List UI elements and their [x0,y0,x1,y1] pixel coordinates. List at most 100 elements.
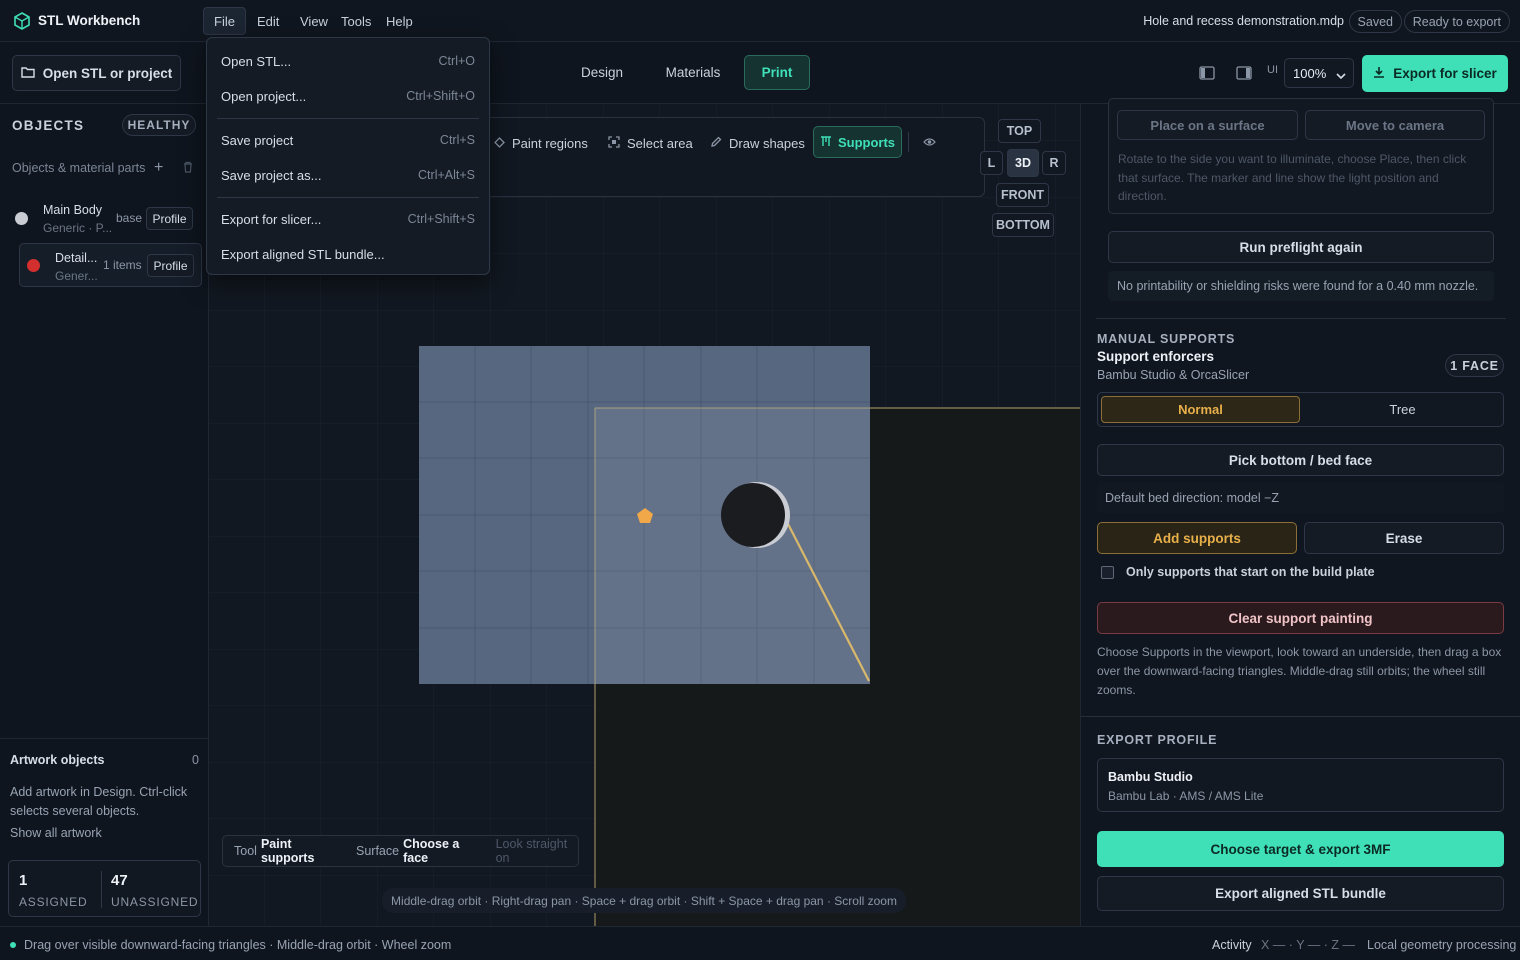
zoom-value: 100% [1293,65,1327,81]
add-supports-button[interactable]: Add supports [1097,522,1297,554]
viewport-tools-panel: Paint regions Select area Draw shapes Su… [479,117,985,197]
object-tag: 1 items [103,258,142,272]
trash-icon[interactable] [183,161,193,176]
navigation-hint: Middle-drag orbit · Right-drag pan · Spa… [382,888,906,913]
print-settings-panel: Place on a surface Move to camera Rotate… [1080,98,1520,926]
unassigned-label: UNASSIGNED [111,895,199,909]
pencil-icon [710,136,722,151]
ready-badge: Ready to export [1403,10,1510,33]
menu-open-project-label: Open project... [221,88,307,104]
object-name: Detail... [55,251,98,265]
run-preflight-button[interactable]: Run preflight again [1108,231,1494,263]
activity-link[interactable]: Activity [1212,938,1252,952]
menu-export-for-slicer[interactable]: Export for slicer... Ctrl+Shift+S [207,206,489,232]
erase-supports-button[interactable]: Erase [1304,522,1504,554]
menu-open-stl-shortcut: Ctrl+O [438,54,475,68]
object-row-detail[interactable]: Detail... Gener... 1 items Profile [19,243,202,287]
view-bottom-button[interactable]: BOTTOM [992,213,1054,237]
open-stl-button[interactable]: Open STL or project [12,55,181,91]
tool-supports[interactable]: Supports [813,126,902,158]
panel-divider [1081,716,1520,717]
menu-open-stl[interactable]: Open STL... Ctrl+O [207,48,489,74]
app-logo-icon [13,12,31,30]
menu-export-for-slicer-shortcut: Ctrl+Shift+S [407,212,475,226]
toolbar-divider [908,132,909,152]
show-all-artwork-link[interactable]: Show all artwork [10,826,102,840]
title-bar: STL Workbench File Edit View Tools Help … [0,0,1520,42]
menu-separator [217,197,479,198]
lighting-card: Place on a surface Move to camera Rotate… [1108,98,1494,214]
view-left-button[interactable]: L [980,151,1003,175]
tab-materials[interactable]: Materials [654,55,732,90]
folder-icon [21,66,35,81]
tab-design[interactable]: Design [568,55,636,90]
add-object-icon[interactable]: + [154,159,163,177]
open-stl-label: Open STL or project [42,65,173,81]
menu-file[interactable]: File [203,7,246,35]
bed-direction-text: Default bed direction: model −Z [1097,483,1504,513]
surface-status-value: Choose a face [403,837,460,865]
face-count-badge: 1 FACE [1445,354,1504,377]
tool-supports-label: Supports [837,134,896,150]
menu-save-project-shortcut: Ctrl+S [439,133,475,147]
tool-draw-shapes[interactable]: Draw shapes [710,128,805,158]
menu-open-project-shortcut: Ctrl+Shift+O [406,89,475,103]
toggle-right-panel-icon[interactable] [1236,66,1252,80]
export-stl-bundle-button[interactable]: Export aligned STL bundle [1097,876,1504,911]
view-top-button[interactable]: TOP [998,119,1041,143]
menu-export-for-slicer-label: Export for slicer... [221,211,322,227]
view-right-button[interactable]: R [1042,151,1066,175]
assigned-label: ASSIGNED [19,895,88,909]
export-profile-card[interactable]: Bambu Studio Bambu Lab · AMS / AMS Lite [1097,758,1504,812]
objects-subtitle: Objects & material parts [12,161,146,175]
artwork-count: 0 [192,753,199,767]
artwork-divider [0,738,209,739]
objects-sidebar: OBJECTS HEALTHY Objects & material parts… [0,104,209,926]
coordinates-readout: X — · Y — · Z — [1261,938,1355,952]
look-straight-hint: Look straight on [495,837,568,865]
pick-bottom-face-button[interactable]: Pick bottom / bed face [1097,444,1504,476]
surface-status-label: Surface [356,844,400,858]
status-bar: Drag over visible downward-facing triang… [0,926,1520,960]
build-plate-only-label[interactable]: Only supports that start on the build pl… [1126,565,1375,579]
export-for-slicer-label: Export for slicer [1393,66,1497,81]
artwork-help: Add artwork in Design. Ctrl-click select… [10,785,188,818]
clear-support-painting-button[interactable]: Clear support painting [1097,602,1504,634]
move-to-camera-button[interactable]: Move to camera [1305,110,1485,140]
tool-status-bar: Tool Paint supports Surface Choose a fac… [222,835,579,867]
support-enforcers-subtitle: Bambu Studio & OrcaSlicer [1097,368,1250,382]
status-hint: Drag over visible downward-facing triang… [24,938,452,952]
menu-open-project[interactable]: Open project... Ctrl+Shift+O [207,83,489,109]
support-type-tree[interactable]: Tree [1303,396,1502,423]
export-for-slicer-button[interactable]: Export for slicer [1362,55,1508,92]
tab-print[interactable]: Print [744,55,810,90]
support-type-normal[interactable]: Normal [1101,396,1300,423]
tool-paint-regions-label: Paint regions [512,135,588,151]
menu-tools[interactable]: Tools [331,7,381,35]
supports-icon [820,135,832,150]
tool-paint-regions[interactable]: Paint regions [494,128,588,158]
view-front-button[interactable]: FRONT [996,183,1049,207]
object-profile-button[interactable]: Profile [147,254,194,277]
toggle-left-panel-icon[interactable] [1199,66,1215,80]
menu-export-aligned-stl[interactable]: Export aligned STL bundle... [207,241,489,267]
menu-save-project-as[interactable]: Save project as... Ctrl+Alt+S [207,162,489,188]
menu-help[interactable]: Help [376,7,423,35]
object-row-main-body[interactable]: Main Body Generic · P... base Profile [8,196,202,240]
export-3mf-button[interactable]: Choose target & export 3MF [1097,831,1504,867]
build-plate-only-checkbox[interactable] [1101,566,1114,579]
processing-mode: Local geometry processing [1367,938,1517,952]
menu-edit[interactable]: Edit [247,7,289,35]
object-profile-button[interactable]: Profile [146,207,193,230]
menu-save-project[interactable]: Save project Ctrl+S [207,127,489,153]
menu-save-project-as-label: Save project as... [221,167,322,183]
zoom-select[interactable]: 100% [1284,58,1354,88]
eye-icon[interactable] [923,135,936,150]
unassigned-count: 47 [111,872,128,889]
export-profile-subtitle: Bambu Lab · AMS / AMS Lite [1108,789,1264,803]
tool-select-area[interactable]: Select area [608,128,693,158]
view-3d-button[interactable]: 3D [1007,149,1039,177]
file-menu-dropdown: Open STL... Ctrl+O Open project... Ctrl+Sh… [206,37,490,275]
support-type-toggle: Normal Tree [1097,392,1504,427]
place-on-surface-button[interactable]: Place on a surface [1117,110,1298,140]
